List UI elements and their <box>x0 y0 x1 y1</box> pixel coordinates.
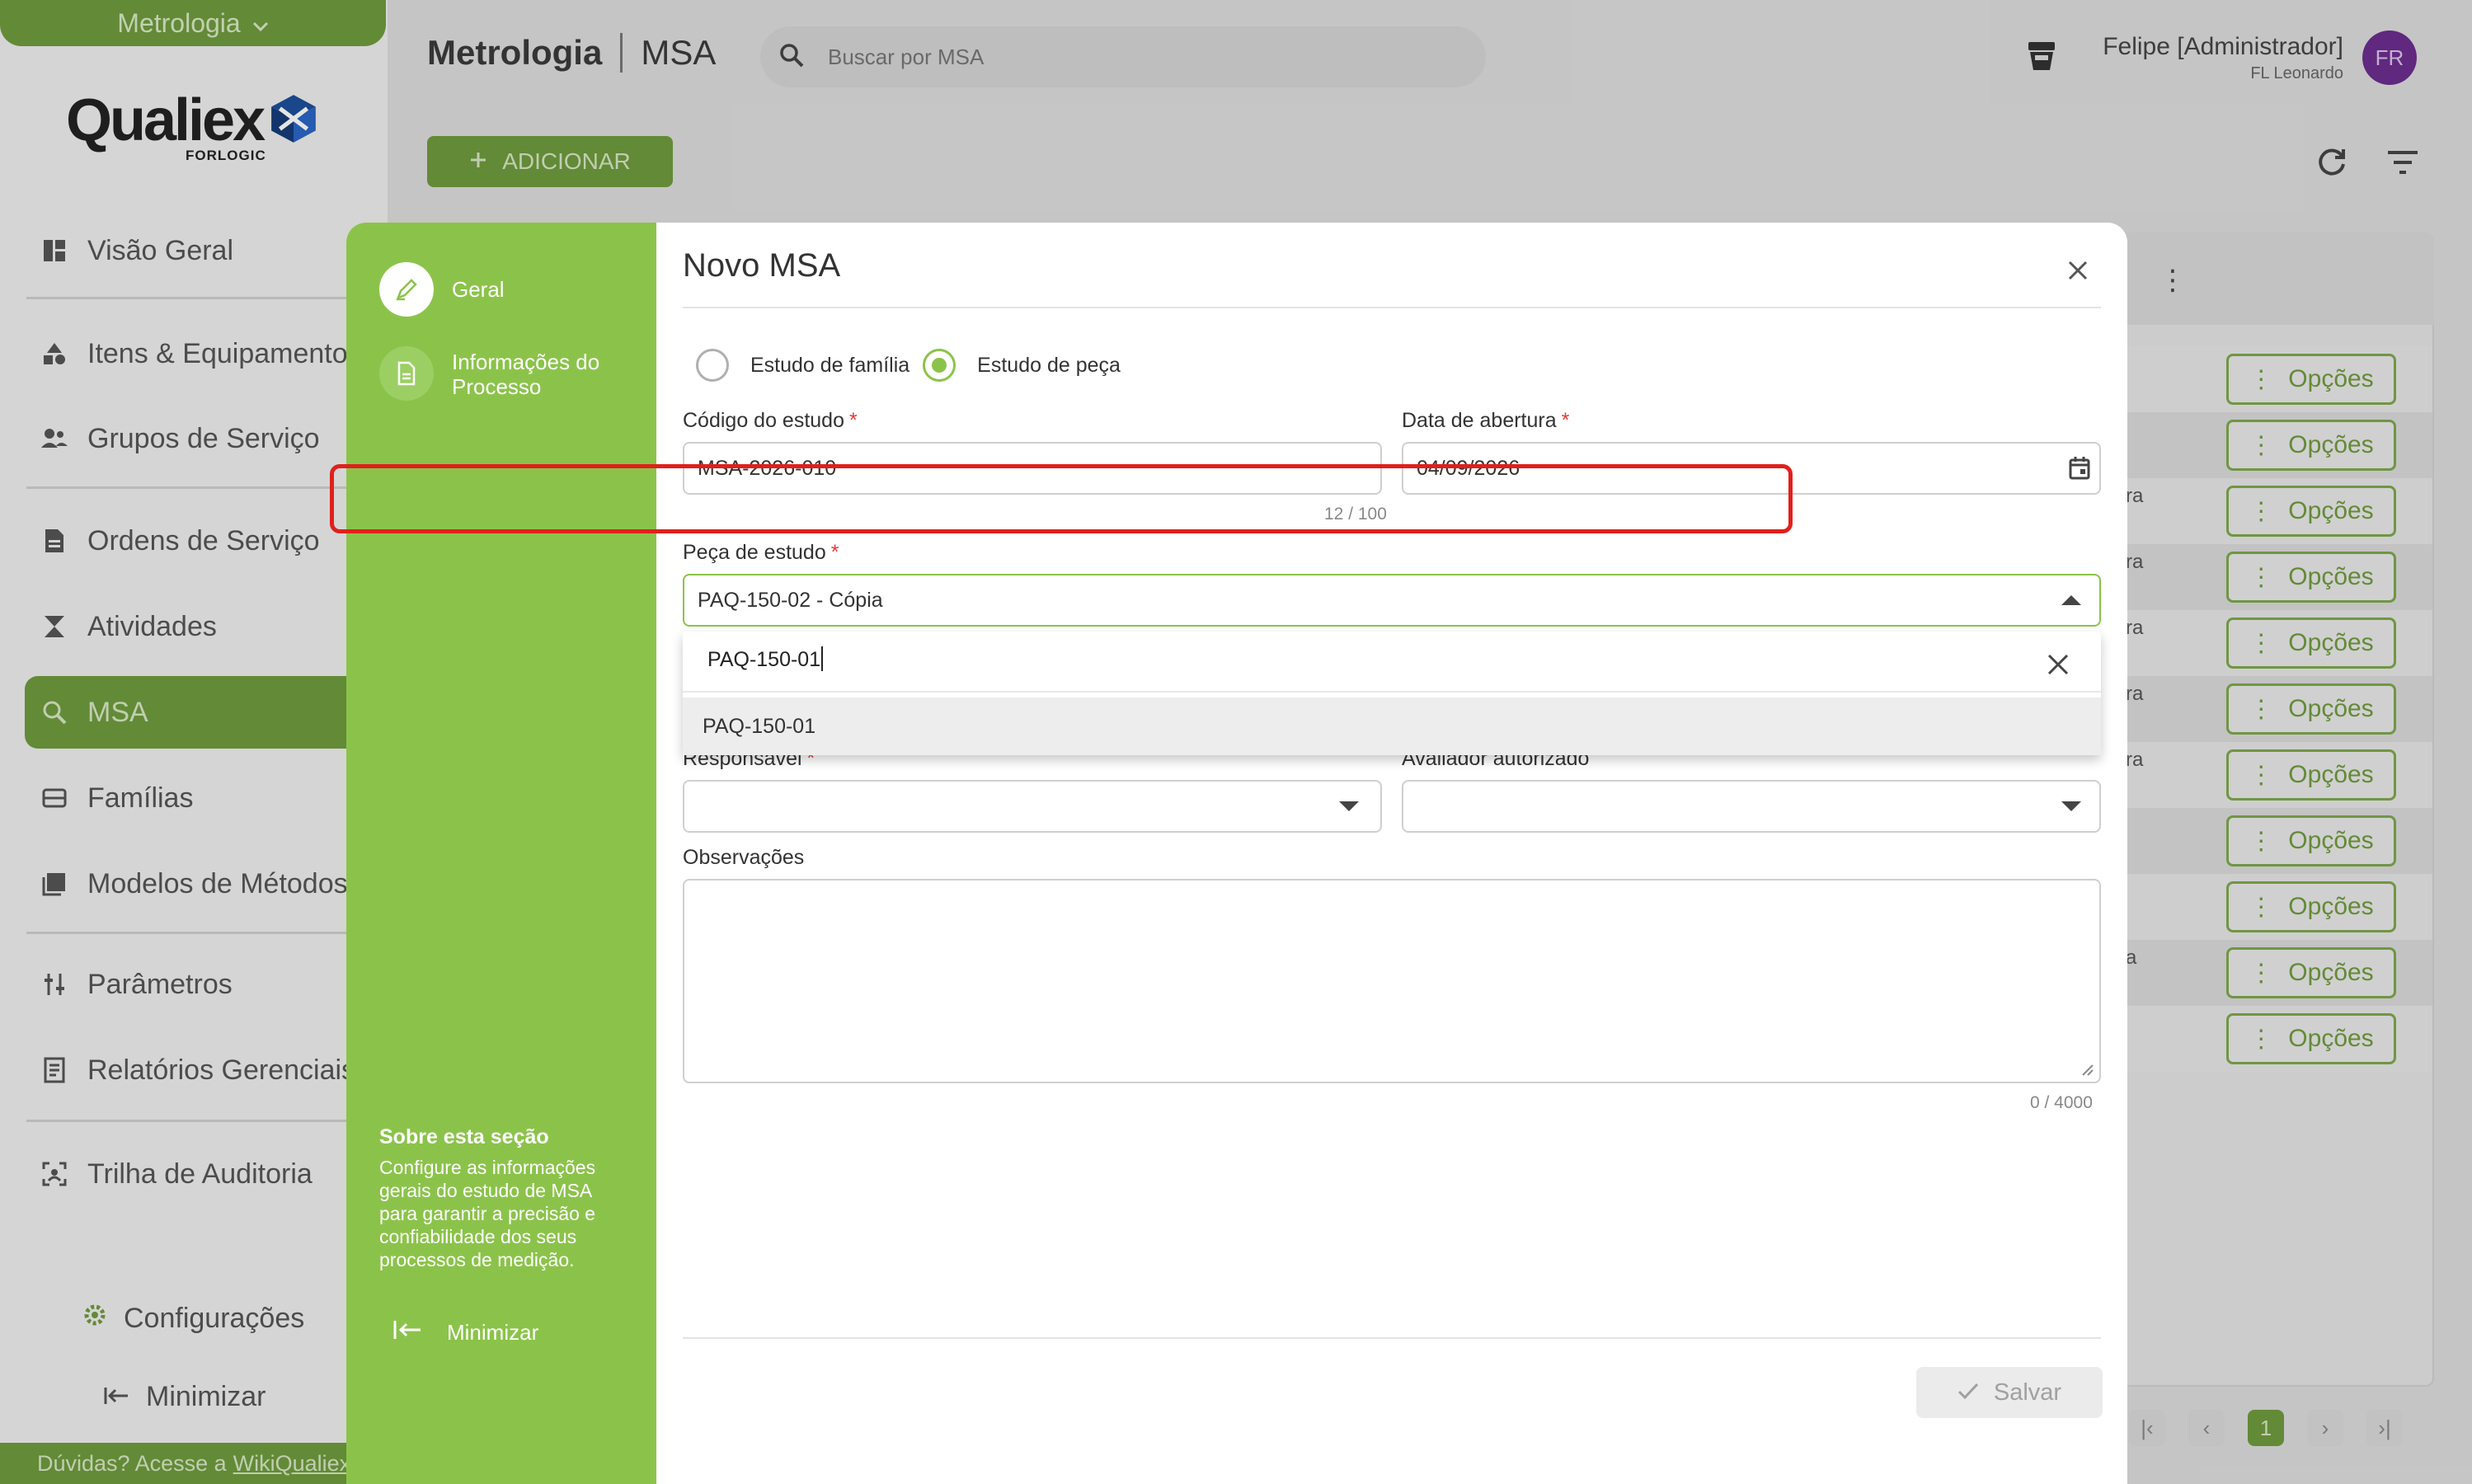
highlight-box <box>330 464 1793 533</box>
date-label-text: Data de abertura <box>1402 409 1557 432</box>
divider <box>683 691 2101 693</box>
date-label: Data de abertura * <box>1402 409 1569 433</box>
chevron-up-icon[interactable] <box>2061 595 2081 605</box>
section-help: Sobre esta seção Configure as informaçõe… <box>379 1125 627 1271</box>
calendar-icon[interactable] <box>2068 456 2091 481</box>
modal-content: Novo MSA Estudo de família Estudo de peç… <box>683 223 2103 1484</box>
piece-select[interactable]: PAQ-150-02 - Cópia <box>683 574 2101 627</box>
new-msa-modal: Geral Informações do Processo Sobre esta… <box>346 223 2127 1484</box>
save-label: Salvar <box>1993 1378 2062 1406</box>
resize-handle-icon[interactable] <box>2080 1062 2094 1077</box>
chevron-down-icon[interactable] <box>1339 801 1359 811</box>
piece-label-text: Peça de estudo <box>683 541 826 564</box>
required-marker: * <box>830 541 839 564</box>
step-geral[interactable]: Geral <box>379 262 505 317</box>
radio-piece-label[interactable]: Estudo de peça <box>977 354 1121 378</box>
radio-family[interactable] <box>696 349 729 382</box>
notes-counter: 0 / 4000 <box>2030 1093 2093 1112</box>
responsible-select[interactable] <box>683 780 1382 833</box>
modal-title: Novo MSA <box>683 247 841 284</box>
dropdown-option[interactable]: PAQ-150-01 <box>683 697 2101 755</box>
evaluator-select[interactable] <box>1402 780 2101 833</box>
divider <box>683 1337 2101 1339</box>
dropdown-search-value: PAQ-150-01 <box>707 648 821 671</box>
radio-family-label[interactable]: Estudo de família <box>750 354 909 378</box>
modal-minimize[interactable]: Minimizar <box>392 1319 538 1346</box>
radio-piece[interactable] <box>923 349 956 382</box>
collapse-left-icon <box>392 1319 422 1346</box>
clear-icon[interactable] <box>2043 650 2073 679</box>
piece-label: Peça de estudo * <box>683 541 839 565</box>
minimize-label: Minimizar <box>447 1320 539 1345</box>
check-icon <box>1957 1379 1979 1407</box>
close-icon[interactable] <box>2061 254 2094 287</box>
notes-label: Observações <box>683 846 805 869</box>
about-title: Sobre esta seção <box>379 1125 549 1148</box>
required-marker: * <box>848 409 858 432</box>
divider <box>683 307 2101 308</box>
step-label: Geral <box>452 277 505 302</box>
stepper-panel: Geral Informações do Processo Sobre esta… <box>346 223 656 1484</box>
about-text: Configure as informações gerais do estud… <box>379 1157 596 1270</box>
save-button[interactable]: Salvar <box>1916 1367 2103 1418</box>
step-label: Informações do Processo <box>452 350 600 399</box>
study-type-radio-group: Estudo de família Estudo de peça <box>696 349 1121 382</box>
notes-textarea[interactable] <box>683 879 2101 1083</box>
piece-value: PAQ-150-02 - Cópia <box>698 588 883 612</box>
document-icon <box>379 346 434 401</box>
edit-pencil-icon <box>379 262 434 317</box>
text-cursor <box>821 646 824 671</box>
chevron-down-icon[interactable] <box>2061 801 2081 811</box>
code-label: Código do estudo * <box>683 409 858 433</box>
dropdown-search-input[interactable]: PAQ-150-01 <box>707 646 824 672</box>
required-marker: * <box>1561 409 1570 432</box>
code-label-text: Código do estudo <box>683 409 844 432</box>
step-informacoes-processo[interactable]: Informações do Processo <box>379 346 633 401</box>
piece-dropdown: PAQ-150-01 PAQ-150-01 <box>683 632 2101 755</box>
